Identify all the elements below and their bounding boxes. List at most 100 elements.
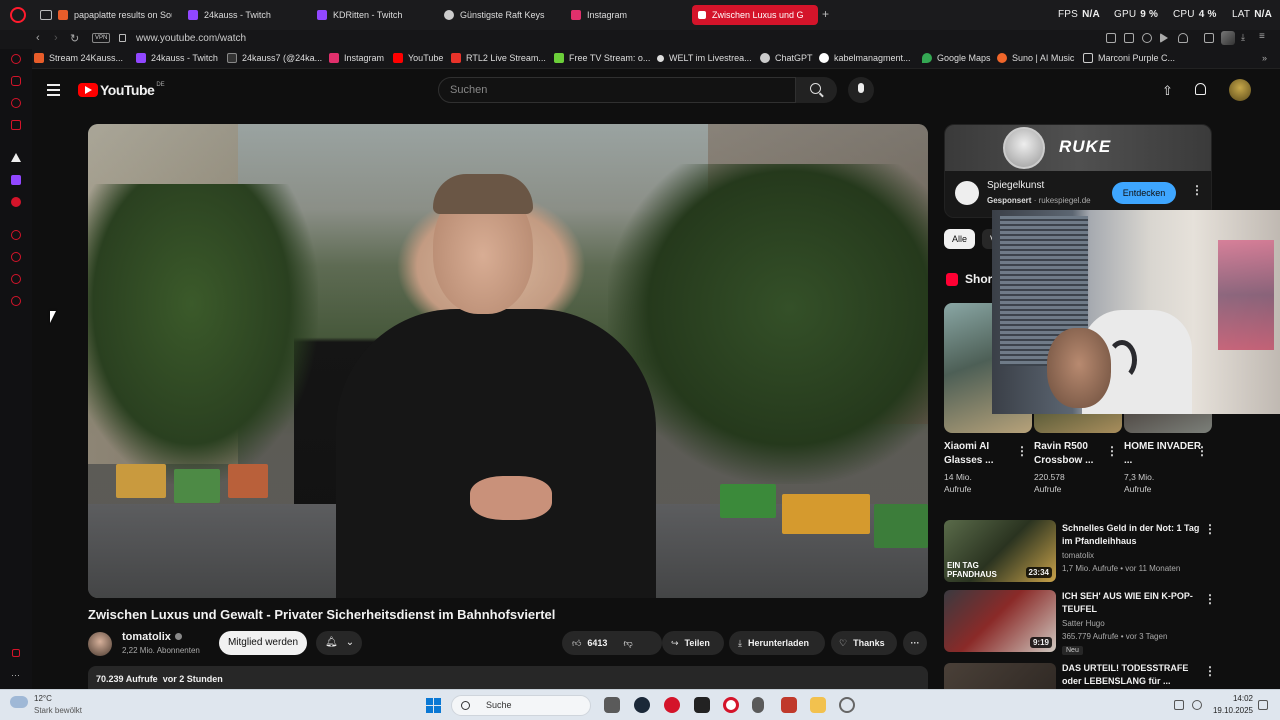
download-icon[interactable]: ⤓ [1241, 32, 1251, 42]
shield-icon[interactable] [1142, 33, 1152, 43]
more-actions-button[interactable]: ··· [903, 631, 927, 655]
clock-time[interactable]: 14:02 [1227, 694, 1253, 703]
gx-icon[interactable] [12, 649, 20, 657]
tab-5-active[interactable]: Zwischen Luxus und G [692, 5, 818, 25]
recommendation-thumbnail-1[interactable]: 9:19 [944, 590, 1056, 652]
recommendation-more-icon[interactable]: ⋮ [1204, 664, 1216, 678]
voice-search-button[interactable] [848, 77, 874, 103]
recommendation-more-icon[interactable]: ⋮ [1204, 592, 1216, 606]
short-title-2[interactable]: HOME INVADER ... [1124, 440, 1202, 468]
bookmark-12[interactable]: Marconi Purple C... [1083, 53, 1175, 63]
video-player[interactable] [88, 124, 928, 598]
heart-icon[interactable] [1178, 33, 1188, 43]
dislike-button[interactable]: 👎︎ [623, 638, 632, 648]
sidebar-app-icon[interactable] [11, 197, 21, 207]
short-more-icon[interactable]: ⋮ [1016, 444, 1028, 458]
sidebar-app-icon[interactable] [11, 120, 21, 130]
lock-icon[interactable] [119, 34, 126, 42]
bookmark-9[interactable]: kabelmanagment... [819, 53, 911, 63]
account-avatar[interactable] [1229, 79, 1251, 101]
ad-cta-button[interactable]: Entdecken [1112, 182, 1176, 204]
recommendation-channel-0[interactable]: tomatolix [1062, 551, 1094, 560]
menu-icon[interactable]: ≡ [1259, 31, 1269, 42]
short-title-0[interactable]: Xiaomi AI Glasses ... [944, 440, 1022, 468]
url-field[interactable]: www.youtube.com/watch [136, 33, 246, 44]
bookmark-1[interactable]: 24kauss - Twitch [136, 53, 218, 63]
notifications-bell-icon[interactable] [1195, 83, 1206, 95]
back-icon[interactable]: ‹ [36, 32, 40, 44]
opera-menu-icon[interactable] [10, 7, 26, 23]
mouse-app-icon[interactable] [752, 697, 764, 713]
bookmark-0[interactable]: Stream 24Kauss... [34, 53, 123, 63]
bookmark-2[interactable]: 24kauss7 (@24ka... [227, 53, 322, 63]
bookmark-5[interactable]: RTL2 Live Stream... [451, 53, 546, 63]
short-more-icon[interactable]: ⋮ [1196, 444, 1208, 458]
profile-avatar[interactable] [1221, 31, 1235, 45]
bookmarks-overflow-icon[interactable]: » [1262, 53, 1267, 63]
recommendation-title-2[interactable]: DAS URTEIL! TODESSTRAFE oder LEBENSLANG … [1062, 662, 1202, 688]
bookmark-3[interactable]: Instagram [329, 53, 384, 63]
description-box[interactable]: 70.239 Aufrufe vor 2 Stunden [88, 666, 928, 689]
short-title-1[interactable]: Ravin R500 Crossbow ... [1034, 440, 1112, 468]
app-icon[interactable] [839, 697, 855, 713]
recommendation-title-1[interactable]: ICH SEH' AUS WIE EIN K-POP-TEUFEL [1062, 590, 1202, 616]
ad-more-icon[interactable]: ⋮ [1191, 183, 1203, 197]
settings-icon[interactable] [11, 296, 21, 306]
bookmark-8[interactable]: ChatGPT [760, 53, 813, 63]
weather-temperature[interactable]: 12°C [34, 694, 52, 703]
recommendation-thumbnail-0[interactable]: EIN TAG PFANDHAUS 23:34 [944, 520, 1056, 582]
channel-avatar[interactable] [88, 632, 112, 656]
epic-games-icon[interactable] [694, 697, 710, 713]
extensions-icon[interactable] [1204, 33, 1214, 43]
windows-start-icon[interactable] [426, 698, 441, 713]
steam-icon[interactable] [634, 697, 650, 713]
like-button[interactable]: 👍︎ 6413 👎︎ [562, 631, 662, 655]
tab-island-icon[interactable] [40, 10, 52, 20]
file-explorer-icon[interactable] [810, 697, 826, 713]
tab-1[interactable]: 24kauss - Twitch [182, 5, 302, 25]
sidebar-app-icon[interactable] [11, 153, 21, 162]
cloud-icon[interactable] [10, 696, 28, 708]
thanks-button[interactable]: ♡ Thanks [831, 631, 897, 655]
app-icon[interactable] [781, 697, 797, 713]
subscription-bell-button[interactable]: 🔔︎ ⌄ [316, 631, 362, 655]
player-icon[interactable] [1160, 33, 1168, 43]
channel-name[interactable]: tomatolix [122, 631, 182, 643]
bookmark-11[interactable]: Suno | AI Music [997, 53, 1074, 63]
sidebar-app-icon[interactable] [11, 98, 21, 108]
menu-hamburger-icon[interactable] [47, 84, 60, 99]
share-button[interactable]: ↪ Teilen [662, 631, 724, 655]
youtube-logo[interactable]: YouTube DE [78, 82, 165, 98]
recommendation-title-0[interactable]: Schnelles Geld in der Not: 1 Tag im Pfan… [1062, 522, 1202, 548]
bookmark-6[interactable]: Free TV Stream: o... [554, 53, 650, 63]
pin-icon[interactable] [1106, 33, 1116, 43]
snapshot-icon[interactable] [1124, 33, 1134, 43]
taskbar-search[interactable]: Suche [451, 695, 591, 716]
sidebar-app-icon[interactable] [11, 230, 21, 240]
clock-date[interactable]: 19.10.2025 [1211, 706, 1253, 715]
tab-2[interactable]: KDRitten - Twitch [311, 5, 431, 25]
join-button[interactable]: Mitglied werden [219, 631, 307, 655]
recommendation-more-icon[interactable]: ⋮ [1204, 522, 1216, 536]
volume-icon[interactable] [1192, 700, 1202, 710]
network-icon[interactable] [1174, 700, 1184, 710]
opera-gx-icon[interactable] [723, 697, 739, 713]
chip-all[interactable]: Alle [944, 229, 976, 249]
recommendation-channel-1[interactable]: Satter Hugo [1062, 619, 1105, 628]
reload-icon[interactable]: ↻ [70, 32, 79, 45]
aria-icon[interactable] [11, 54, 21, 64]
tab-4[interactable]: Instagram [565, 5, 685, 25]
bookmark-10[interactable]: Google Maps [922, 53, 991, 63]
notification-center-icon[interactable] [1258, 700, 1268, 710]
sidebar-app-icon[interactable] [11, 76, 21, 86]
weather-condition[interactable]: Stark bewölkt [34, 706, 82, 715]
upload-icon[interactable]: ⇧ [1162, 83, 1173, 99]
short-more-icon[interactable]: ⋮ [1106, 444, 1118, 458]
search-button[interactable] [796, 77, 837, 103]
app-icon[interactable] [664, 697, 680, 713]
tab-0[interactable]: papaplatte results on Sou [52, 5, 172, 25]
search-input[interactable]: Suchen [438, 77, 796, 103]
forward-icon[interactable]: › [54, 32, 58, 44]
twitch-icon[interactable] [11, 175, 21, 185]
recommendation-thumbnail-2[interactable] [944, 663, 1056, 689]
